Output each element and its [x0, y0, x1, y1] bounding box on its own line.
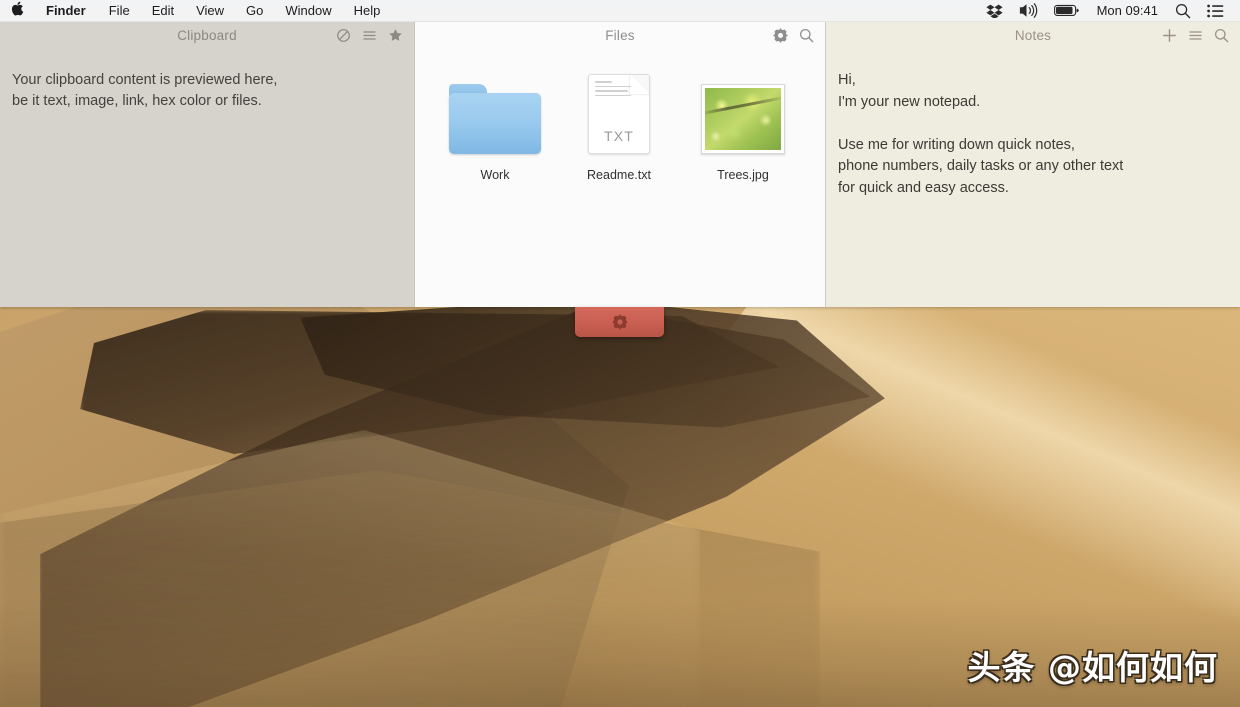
notes-panel-title: Notes	[1014, 27, 1052, 43]
file-label: Trees.jpg	[717, 168, 769, 182]
menu-bar: Finder File Edit View Go Window Help Mon…	[0, 0, 1240, 22]
spotlight-search-icon[interactable]	[1167, 0, 1199, 22]
desktop-screen: Finder File Edit View Go Window Help Mon…	[0, 0, 1240, 707]
notes-panel-body[interactable]: Hi, I'm your new notepad. Use me for wri…	[826, 48, 1240, 307]
menu-finder[interactable]: Finder	[34, 0, 98, 22]
notes-content-text[interactable]: Hi, I'm your new notepad. Use me for wri…	[826, 48, 1240, 199]
menu-window[interactable]: Window	[274, 0, 342, 22]
search-icon[interactable]	[1214, 28, 1229, 43]
file-label: Readme.txt	[587, 168, 651, 182]
files-grid: Work TXT Readme.txt Trees.jpg	[415, 48, 825, 182]
notes-panel: Notes Hi, I'm your new notepad. Use me f…	[826, 22, 1240, 307]
gear-icon	[611, 314, 628, 330]
menu-bar-clock[interactable]: Mon 09:41	[1088, 3, 1167, 18]
notes-panel-actions	[1162, 22, 1229, 48]
clipboard-panel-header: Clipboard	[0, 22, 414, 48]
favorite-star-icon[interactable]	[388, 28, 403, 43]
volume-icon[interactable]	[1011, 0, 1046, 22]
dropbox-icon[interactable]	[978, 0, 1011, 22]
list-icon[interactable]	[362, 28, 377, 43]
file-item-work[interactable]: Work	[433, 70, 557, 182]
menu-bar-status-area: Mon 09:41	[978, 0, 1240, 22]
plus-icon[interactable]	[1162, 28, 1177, 43]
list-icon[interactable]	[1188, 28, 1203, 43]
clipboard-preview-text: Your clipboard content is previewed here…	[12, 72, 278, 109]
files-panel: Files Work TXT Readme.txt Trees.jpg	[414, 22, 826, 307]
file-item-readme[interactable]: TXT Readme.txt	[557, 70, 681, 182]
folder-icon	[449, 70, 541, 154]
files-panel-actions	[773, 22, 814, 48]
files-panel-header: Files	[415, 22, 825, 48]
apple-menu-icon[interactable]	[0, 1, 34, 20]
file-label: Work	[480, 168, 510, 182]
text-document-icon: TXT	[588, 70, 650, 154]
dropdown-panels: Clipboard Your clipboard content is prev…	[0, 22, 1240, 307]
menu-bar-items: Finder File Edit View Go Window Help	[34, 0, 391, 22]
clipboard-panel-title: Clipboard	[177, 27, 237, 43]
menu-go[interactable]: Go	[235, 0, 274, 22]
menu-help[interactable]: Help	[343, 0, 392, 22]
search-icon[interactable]	[799, 28, 814, 43]
files-panel-body: Work TXT Readme.txt Trees.jpg	[415, 48, 825, 307]
file-extension-label: TXT	[603, 128, 635, 144]
clipboard-panel-body: Your clipboard content is previewed here…	[0, 48, 414, 307]
control-center-icon[interactable]	[1199, 0, 1232, 22]
image-thumbnail-icon	[701, 70, 785, 154]
notes-panel-header: Notes	[826, 22, 1240, 48]
gear-icon[interactable]	[773, 27, 788, 43]
clear-icon[interactable]	[336, 28, 351, 43]
files-panel-title: Files	[605, 27, 635, 43]
menu-edit[interactable]: Edit	[141, 0, 185, 22]
clipboard-panel-actions	[336, 22, 403, 48]
file-item-trees[interactable]: Trees.jpg	[681, 70, 805, 182]
clipboard-panel: Clipboard Your clipboard content is prev…	[0, 22, 414, 307]
menu-view[interactable]: View	[185, 0, 235, 22]
settings-handle-tab[interactable]	[575, 307, 664, 337]
watermark-text: 头条 @如何如何	[967, 648, 1218, 687]
menu-file[interactable]: File	[98, 0, 141, 22]
battery-icon[interactable]	[1046, 0, 1088, 22]
